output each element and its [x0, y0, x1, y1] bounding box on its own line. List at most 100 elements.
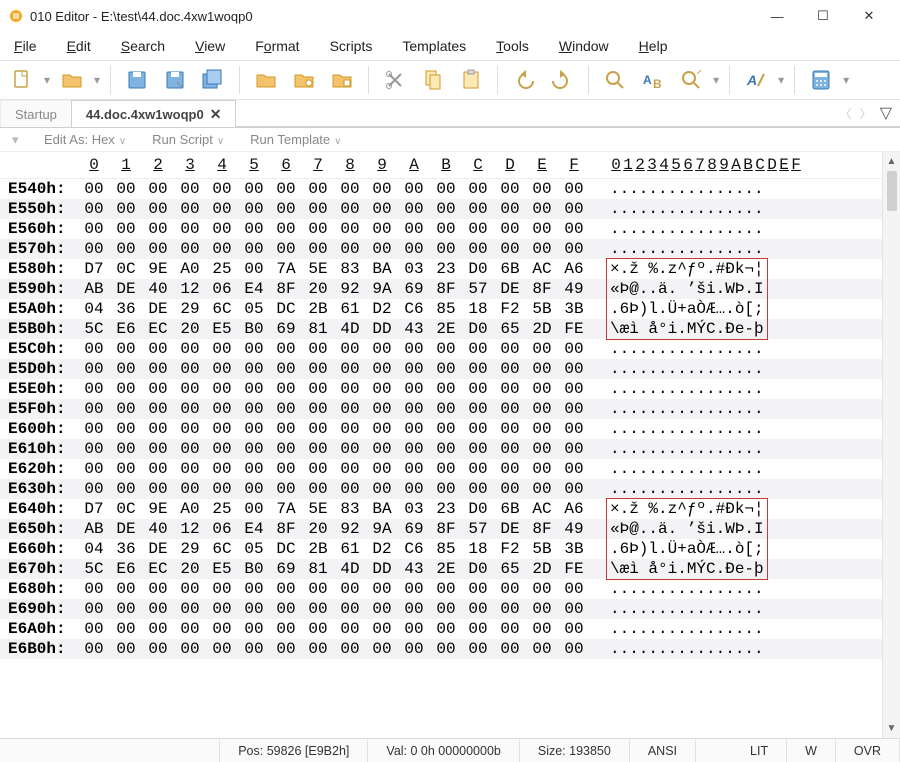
byte-cell[interactable]: 00	[78, 579, 110, 599]
byte-cell[interactable]: DE	[142, 539, 174, 559]
hex-view[interactable]: 0123456789ABCDEF 0123456789ABCDEF E540h:…	[0, 152, 882, 738]
hex-row[interactable]: E550h:00000000000000000000000000000000..…	[0, 199, 882, 219]
byte-cell[interactable]: 18	[462, 539, 494, 559]
byte-cell[interactable]: 00	[366, 219, 398, 239]
status-pos[interactable]: Pos: 59826 [E9B2h]	[220, 739, 368, 762]
byte-cell[interactable]: 00	[526, 339, 558, 359]
byte-cell[interactable]: AB	[78, 519, 110, 539]
byte-cell[interactable]: AC	[526, 499, 558, 519]
byte-cell[interactable]: 00	[78, 199, 110, 219]
byte-cell[interactable]: D2	[366, 299, 398, 319]
byte-cell[interactable]: 69	[270, 319, 302, 339]
byte-cell[interactable]: 00	[174, 179, 206, 199]
byte-cell[interactable]: 00	[302, 579, 334, 599]
byte-cell[interactable]: 00	[366, 359, 398, 379]
goto-button[interactable]	[675, 64, 707, 96]
byte-cell[interactable]: 00	[142, 399, 174, 419]
byte-cell[interactable]: 9A	[366, 279, 398, 299]
byte-cell[interactable]: 4D	[334, 559, 366, 579]
byte-cell[interactable]: 00	[334, 599, 366, 619]
ascii-cell[interactable]: ................	[610, 199, 764, 219]
byte-cell[interactable]: 00	[430, 619, 462, 639]
ascii-cell[interactable]: ................	[610, 619, 764, 639]
byte-cell[interactable]: 00	[558, 599, 590, 619]
byte-cell[interactable]: 00	[206, 419, 238, 439]
byte-cell[interactable]: 00	[398, 359, 430, 379]
byte-cell[interactable]: 00	[238, 339, 270, 359]
new-dropdown-icon[interactable]: ▾	[44, 73, 50, 87]
byte-cell[interactable]: 00	[558, 619, 590, 639]
hex-row[interactable]: E660h:0436DE296C05DC2B61D2C68518F25B3B.6…	[0, 539, 882, 559]
byte-cell[interactable]: 00	[270, 419, 302, 439]
byte-cell[interactable]: EC	[142, 319, 174, 339]
byte-cell[interactable]: 03	[398, 259, 430, 279]
byte-cell[interactable]: 00	[174, 239, 206, 259]
hex-row[interactable]: E5F0h:00000000000000000000000000000000..…	[0, 399, 882, 419]
byte-cell[interactable]: DE	[110, 279, 142, 299]
byte-cell[interactable]: 8F	[270, 519, 302, 539]
byte-cell[interactable]: 00	[494, 459, 526, 479]
byte-cell[interactable]: 00	[558, 579, 590, 599]
byte-cell[interactable]: 49	[558, 519, 590, 539]
menu-edit[interactable]: Edit	[61, 36, 97, 56]
hex-row[interactable]: E560h:00000000000000000000000000000000..…	[0, 219, 882, 239]
byte-cell[interactable]: 00	[206, 239, 238, 259]
byte-cell[interactable]: 00	[302, 219, 334, 239]
run-template-selector[interactable]: Run Template∨	[250, 132, 341, 147]
status-val[interactable]: Val: 0 0h 00000000b	[368, 739, 519, 762]
byte-cell[interactable]: 00	[558, 219, 590, 239]
byte-cell[interactable]: 40	[142, 519, 174, 539]
byte-cell[interactable]: 00	[430, 219, 462, 239]
byte-cell[interactable]: 00	[526, 599, 558, 619]
byte-cell[interactable]: 00	[366, 619, 398, 639]
byte-cell[interactable]: 00	[110, 439, 142, 459]
scroll-down-icon[interactable]: ▼	[887, 723, 897, 734]
byte-cell[interactable]: 00	[110, 219, 142, 239]
ascii-cell[interactable]: .6Þ)l.Ü+aÒÆ….ò[;	[610, 539, 764, 559]
byte-cell[interactable]: 00	[494, 439, 526, 459]
status-size[interactable]: Size: 193850	[520, 739, 630, 762]
redo-button[interactable]	[546, 64, 578, 96]
replace-button[interactable]: AB	[637, 64, 669, 96]
hex-row[interactable]: E620h:00000000000000000000000000000000..…	[0, 459, 882, 479]
byte-cell[interactable]: F2	[494, 539, 526, 559]
byte-cell[interactable]: 2D	[526, 559, 558, 579]
byte-cell[interactable]: 00	[334, 359, 366, 379]
byte-cell[interactable]: 00	[334, 339, 366, 359]
menu-window[interactable]: Window	[553, 36, 615, 56]
byte-cell[interactable]: 00	[238, 499, 270, 519]
byte-cell[interactable]: 00	[206, 439, 238, 459]
byte-cell[interactable]: DC	[270, 299, 302, 319]
hex-row[interactable]: E6B0h:00000000000000000000000000000000..…	[0, 639, 882, 659]
byte-cell[interactable]: 00	[206, 219, 238, 239]
byte-cell[interactable]: 00	[270, 479, 302, 499]
byte-cell[interactable]: 00	[462, 619, 494, 639]
byte-cell[interactable]: 69	[398, 279, 430, 299]
calc-dropdown-icon[interactable]: ▾	[843, 73, 849, 87]
tool-dropdown-icon[interactable]: ▾	[713, 73, 719, 87]
byte-cell[interactable]: 00	[430, 379, 462, 399]
byte-cell[interactable]: 2E	[430, 559, 462, 579]
byte-cell[interactable]: 00	[206, 599, 238, 619]
byte-cell[interactable]: 18	[462, 299, 494, 319]
byte-cell[interactable]: 00	[366, 439, 398, 459]
byte-cell[interactable]: 00	[334, 219, 366, 239]
ascii-cell[interactable]: ................	[610, 459, 764, 479]
byte-cell[interactable]: 00	[174, 459, 206, 479]
byte-cell[interactable]: 00	[142, 479, 174, 499]
hex-row[interactable]: E600h:00000000000000000000000000000000..…	[0, 419, 882, 439]
byte-cell[interactable]: 69	[270, 559, 302, 579]
byte-cell[interactable]: 00	[398, 579, 430, 599]
byte-cell[interactable]: 00	[334, 479, 366, 499]
hex-row[interactable]: E650h:ABDE401206E48F20929A698F57DE8F49«Þ…	[0, 519, 882, 539]
byte-cell[interactable]: 5E	[302, 259, 334, 279]
byte-cell[interactable]: 92	[334, 519, 366, 539]
byte-cell[interactable]: 00	[78, 459, 110, 479]
byte-cell[interactable]: 00	[526, 179, 558, 199]
tab-menu-icon[interactable]: ▽	[880, 103, 892, 123]
byte-cell[interactable]: 00	[110, 639, 142, 659]
byte-cell[interactable]: C6	[398, 299, 430, 319]
byte-cell[interactable]: 00	[526, 419, 558, 439]
byte-cell[interactable]: 00	[462, 479, 494, 499]
byte-cell[interactable]: 00	[462, 399, 494, 419]
